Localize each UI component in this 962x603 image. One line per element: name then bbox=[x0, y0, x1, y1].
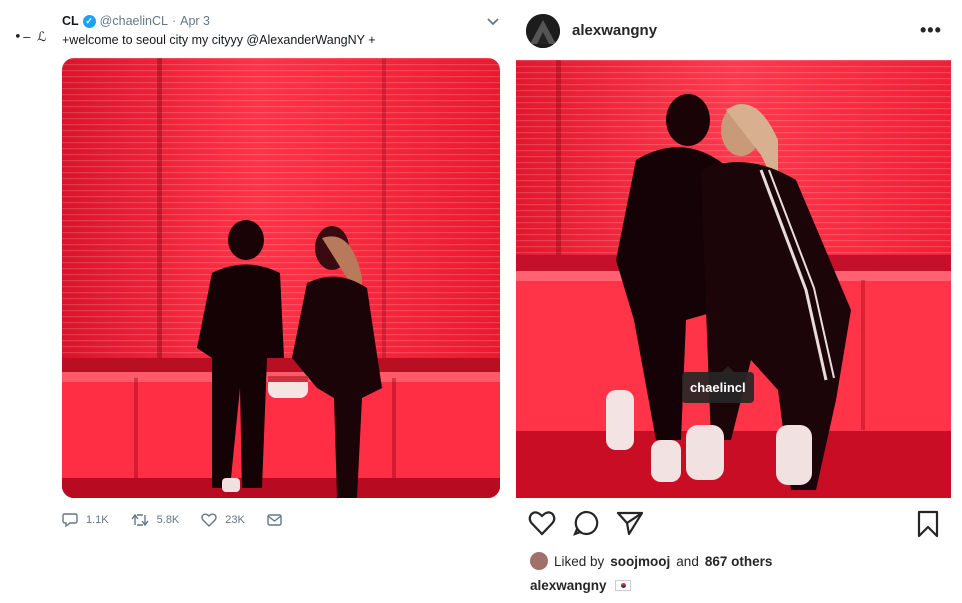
tweet-text: +welcome to seoul city my cityyy @Alexan… bbox=[62, 33, 376, 47]
post-actions bbox=[528, 510, 644, 536]
tweet-header: CL ✓ @chaelinCL · Apr 3 bbox=[62, 14, 210, 28]
tweet-date[interactable]: Apr 3 bbox=[180, 14, 210, 28]
instagram-post: alexwangny ••• chaelincl Liked by soojmo… bbox=[516, 0, 962, 603]
avatar[interactable] bbox=[526, 14, 560, 48]
message-icon bbox=[267, 513, 282, 526]
verified-badge-icon: ✓ bbox=[82, 14, 96, 28]
post-photo[interactable]: chaelincl bbox=[516, 60, 951, 498]
retweet-icon bbox=[131, 513, 149, 526]
cl-avatar[interactable]: •‒ ℒ bbox=[14, 30, 47, 45]
tweet-actions: 1.1K 5.8K 23K bbox=[62, 512, 282, 527]
share-icon[interactable] bbox=[616, 510, 644, 536]
reply-icon bbox=[62, 513, 78, 527]
like-button[interactable]: 23K bbox=[201, 513, 245, 527]
retweet-count: 5.8K bbox=[156, 513, 180, 526]
post-username[interactable]: alexwangny bbox=[572, 22, 657, 39]
heart-icon[interactable] bbox=[528, 510, 556, 536]
retweet-button[interactable]: 5.8K bbox=[131, 513, 180, 527]
chevron-down-icon[interactable] bbox=[486, 16, 500, 28]
likes-summary: Liked by soojmooj and 867 others bbox=[530, 552, 772, 570]
tweet-photo[interactable] bbox=[62, 58, 500, 498]
like-count: 23K bbox=[225, 513, 245, 526]
likes-and: and bbox=[676, 553, 699, 569]
korea-flag-icon bbox=[614, 580, 631, 591]
comment-icon[interactable] bbox=[572, 510, 600, 536]
caption-username[interactable]: alexwangny bbox=[530, 578, 607, 593]
display-name[interactable]: CL bbox=[62, 14, 79, 28]
liker-avatar[interactable] bbox=[530, 552, 548, 570]
likes-others[interactable]: 867 others bbox=[705, 554, 773, 569]
user-handle[interactable]: @chaelinCL bbox=[100, 14, 168, 28]
photo-tag[interactable]: chaelincl bbox=[682, 366, 754, 403]
direct-message-button[interactable] bbox=[267, 513, 282, 526]
reply-button[interactable]: 1.1K bbox=[62, 512, 109, 527]
more-options-icon[interactable]: ••• bbox=[920, 20, 942, 41]
reply-count: 1.1K bbox=[86, 513, 109, 526]
heart-icon bbox=[201, 513, 217, 527]
liker-username[interactable]: soojmooj bbox=[610, 554, 670, 569]
twitter-post: •‒ ℒ CL ✓ @chaelinCL · Apr 3 +welcome to… bbox=[0, 0, 512, 603]
post-caption: alexwangny bbox=[530, 578, 631, 593]
liked-by-prefix: Liked by bbox=[554, 553, 605, 569]
bookmark-icon[interactable] bbox=[916, 510, 940, 538]
separator: · bbox=[171, 14, 177, 28]
